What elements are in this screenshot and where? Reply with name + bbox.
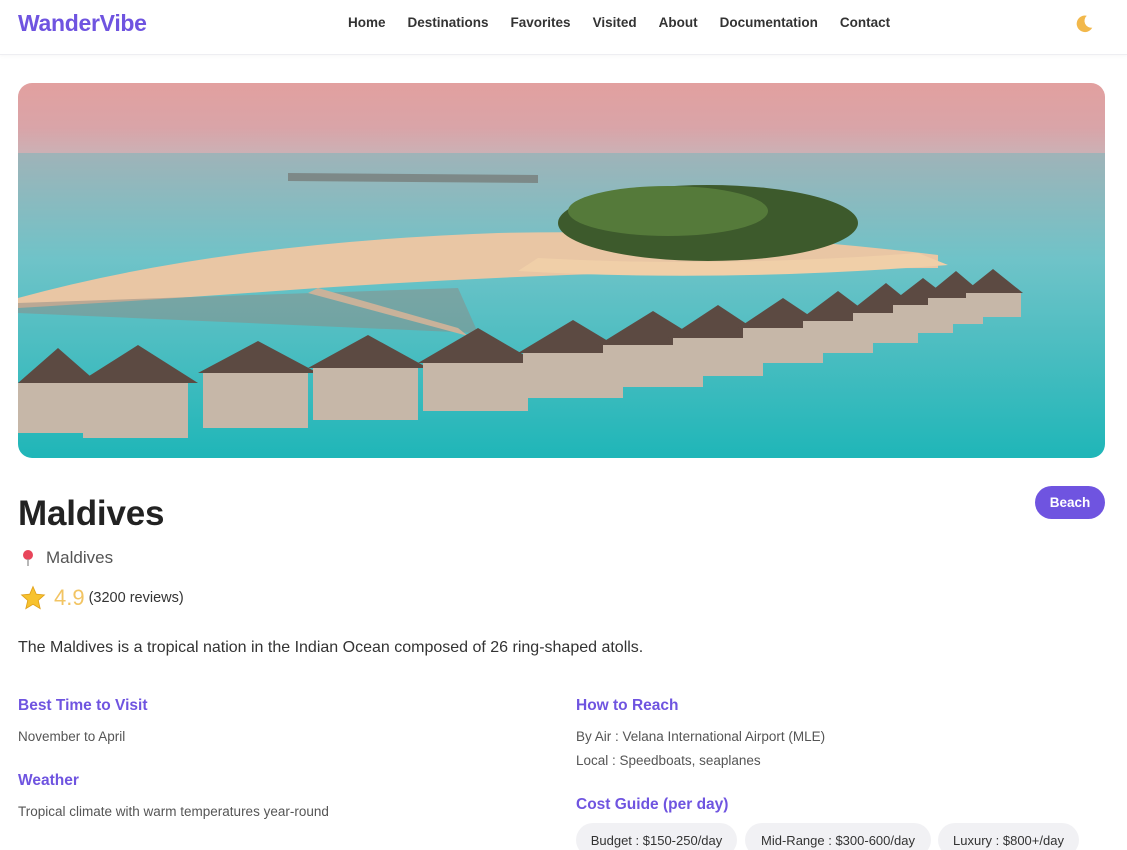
weather-value: Tropical climate with warm temperatures … <box>18 804 329 819</box>
star-icon <box>20 585 46 610</box>
location-text: Maldives <box>46 548 114 567</box>
cost-chip-budget: Budget : $150-250/day <box>576 823 737 850</box>
nav-link-documentation[interactable]: Documentation <box>720 15 818 30</box>
how-to-reach-heading: How to Reach <box>576 697 679 714</box>
nav-link-home[interactable]: Home <box>348 15 386 30</box>
cost-guide-heading: Cost Guide (per day) <box>576 796 729 813</box>
destination-location: Maldives <box>20 548 113 568</box>
cost-chip-mid-range: Mid-Range : $300-600/day <box>745 823 931 850</box>
local-transport-value: Local : Speedboats, seaplanes <box>576 753 761 768</box>
nav-link-favorites[interactable]: Favorites <box>511 15 571 30</box>
review-count: (3200 reviews) <box>88 590 184 606</box>
top-navbar: WanderVibe Home Destinations Favorites V… <box>0 0 1127 55</box>
brand-logo[interactable]: WanderVibe <box>18 10 147 37</box>
nav-link-visited[interactable]: Visited <box>593 15 637 30</box>
destination-description: The Maldives is a tropical nation in the… <box>18 639 644 656</box>
category-badge[interactable]: Beach <box>1035 486 1105 519</box>
nav-link-contact[interactable]: Contact <box>840 15 890 30</box>
nav-link-destinations[interactable]: Destinations <box>408 15 489 30</box>
moon-icon[interactable] <box>1073 13 1095 35</box>
pin-icon <box>23 550 33 566</box>
hero-image <box>18 83 1105 458</box>
nav-links: Home Destinations Favorites Visited Abou… <box>348 15 912 30</box>
rating-row: 4.9 (3200 reviews) <box>20 585 184 611</box>
nav-link-about[interactable]: About <box>659 15 698 30</box>
rating-value: 4.9 <box>54 585 85 610</box>
destination-title: Maldives <box>18 494 165 533</box>
weather-heading: Weather <box>18 772 79 789</box>
best-time-value: November to April <box>18 729 126 744</box>
best-time-heading: Best Time to Visit <box>18 697 148 714</box>
by-air-value: By Air : Velana International Airport (M… <box>576 729 826 744</box>
cost-chip-luxury: Luxury : $800+/day <box>938 823 1079 850</box>
